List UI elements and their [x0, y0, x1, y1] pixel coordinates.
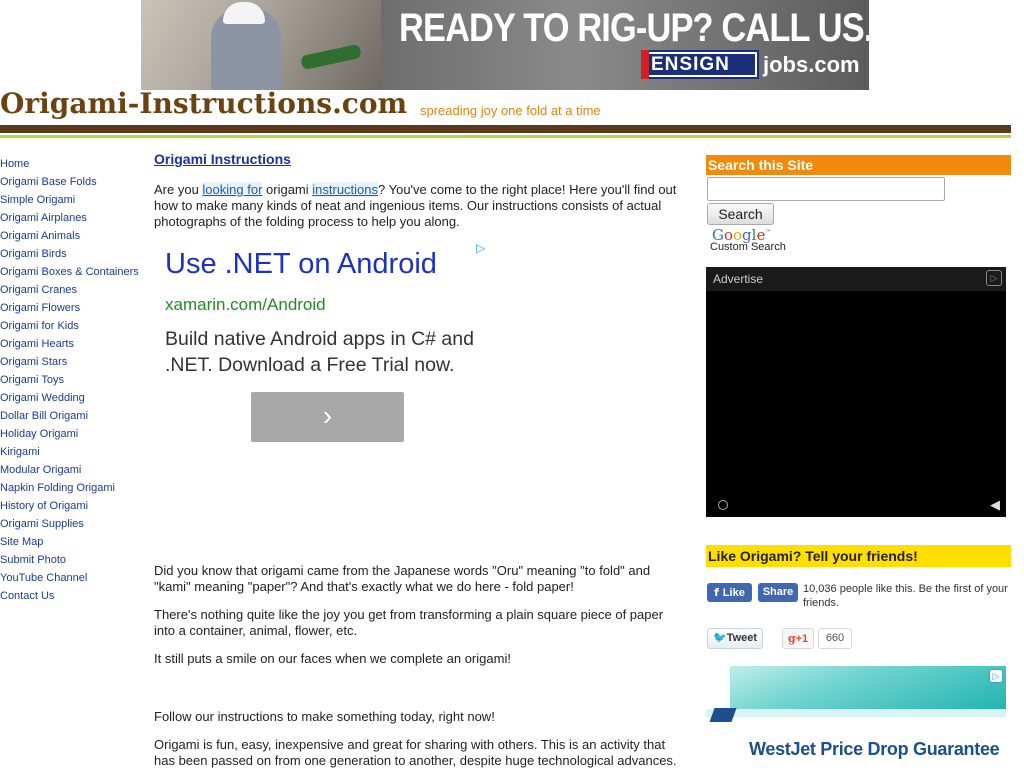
body-paragraph: There's nothing quite like the joy you g…	[154, 607, 664, 638]
progress-indicator-icon	[718, 500, 728, 510]
westjet-ad[interactable]: ▷ WestJet Price Drop Guarantee	[706, 666, 1006, 768]
westjet-ad-text: WestJet Price Drop Guarantee	[749, 739, 1000, 759]
google-plus-icon: g	[787, 632, 796, 645]
adchoices-icon[interactable]: ▷	[476, 241, 488, 255]
nav-link[interactable]: Home	[0, 155, 145, 173]
content-ad[interactable]: ▷ Use .NET on Android xamarin.com/Androi…	[154, 238, 494, 453]
intro-paragraph: Are you looking for origami instructions…	[154, 182, 684, 230]
body-paragraph: It still puts a smile on our faces when …	[154, 651, 511, 666]
banner-jobs-text: jobs.com	[763, 52, 860, 77]
ad-headline[interactable]: Use .NET on Android	[165, 248, 437, 281]
nav-link[interactable]: Origami Toys	[0, 371, 145, 389]
main-content: Origami Instructions Are you looking for…	[154, 150, 684, 242]
body-paragraph: Origami is fun, easy, inexpensive and gr…	[154, 737, 677, 768]
nav-link[interactable]: Contact Us	[0, 587, 145, 605]
ensign-logo-accent	[641, 50, 649, 79]
nav-link[interactable]: Modular Origami	[0, 461, 145, 479]
twitter-bird-icon: 🐦	[712, 632, 727, 644]
inline-link-looking-for[interactable]: looking for	[202, 182, 263, 197]
search-heading: Search this Site	[706, 155, 1011, 175]
facebook-f-icon: f	[714, 586, 723, 599]
adchoices-icon[interactable]: ▷	[989, 669, 1003, 683]
top-banner-ad[interactable]: READY TO RIG-UP? CALL US. ENSIGN jobs.co…	[141, 0, 869, 90]
adchoices-icon[interactable]: ▷	[986, 270, 1002, 286]
inline-link-instructions[interactable]: instructions	[312, 182, 379, 197]
video-ad[interactable]: Advertise ▷ ◀	[706, 267, 1006, 517]
search-button[interactable]: Search	[707, 203, 774, 225]
social-heading: Like Origami? Tell your friends!	[706, 545, 1011, 567]
video-ad-label: Advertise	[706, 267, 1006, 291]
ad-url[interactable]: xamarin.com/Android	[165, 295, 326, 315]
tweet-label: Tweet	[726, 632, 758, 644]
body-paragraph: Did you know that origami came from the …	[154, 563, 651, 594]
left-navigation: Home Origami Base Folds Simple Origami O…	[0, 155, 145, 605]
nav-link[interactable]: YouTube Channel	[0, 569, 145, 587]
custom-search-label: Custom Search	[710, 241, 786, 253]
nav-link[interactable]: Submit Photo	[0, 551, 145, 569]
nav-link[interactable]: Origami Cranes	[0, 281, 145, 299]
ad-next-button[interactable]: ›	[251, 392, 404, 442]
site-tagline: spreading joy one fold at a time	[420, 103, 601, 118]
westjet-ad-stripe	[706, 709, 1006, 717]
nav-link[interactable]: Origami Supplies	[0, 515, 145, 533]
nav-link[interactable]: Site Map	[0, 533, 145, 551]
nav-link[interactable]: Origami Base Folds	[0, 173, 145, 191]
ensign-logo-text: ENSIGN	[645, 54, 755, 75]
google-plus-label: +1	[795, 633, 809, 645]
nav-link[interactable]: Origami Hearts	[0, 335, 145, 353]
nav-link[interactable]: Dollar Bill Origami	[0, 407, 145, 425]
google-plus-button[interactable]: g+1	[782, 628, 814, 649]
site-title[interactable]: Origami-Instructions.com	[0, 87, 407, 120]
nav-link[interactable]: Origami Airplanes	[0, 209, 145, 227]
nav-link[interactable]: Napkin Folding Origami	[0, 479, 145, 497]
nav-link[interactable]: Origami Birds	[0, 245, 145, 263]
nav-link[interactable]: Origami Wedding	[0, 389, 145, 407]
nav-link[interactable]: Origami Flowers	[0, 299, 145, 317]
nav-link[interactable]: Simple Origami	[0, 191, 145, 209]
facebook-like-button[interactable]: f Like	[707, 583, 752, 602]
facebook-share-button[interactable]: Share	[758, 583, 798, 602]
ensign-logo: ENSIGN	[641, 50, 759, 79]
mute-speaker-icon[interactable]: ◀	[990, 497, 1000, 513]
banner-headline: READY TO RIG-UP? CALL US.	[399, 6, 869, 50]
nav-link[interactable]: Origami Boxes & Containers	[0, 263, 145, 281]
intro-text: Are you	[154, 182, 203, 197]
intro-text: origami	[262, 182, 313, 197]
nav-link[interactable]: Origami for Kids	[0, 317, 145, 335]
main-content-continued: Did you know that origami came from the …	[154, 563, 684, 781]
search-input[interactable]	[707, 177, 945, 201]
nav-link[interactable]: History of Origami	[0, 497, 145, 515]
nav-link[interactable]: Kirigami	[0, 443, 145, 461]
header-divider	[0, 125, 1011, 133]
facebook-like-label: Like	[722, 587, 745, 599]
nav-link[interactable]: Origami Stars	[0, 353, 145, 371]
facebook-like-count-text: 10,036 people like this. Be the first of…	[803, 583, 1008, 609]
ad-description: Build native Android apps in C# and .NET…	[165, 328, 474, 376]
nav-link[interactable]: Holiday Origami	[0, 425, 145, 443]
tweet-button[interactable]: 🐦Tweet	[707, 628, 763, 649]
site-search-box: Search this Site Search Google™ Custom S…	[706, 155, 1011, 265]
nav-link[interactable]: Origami Animals	[0, 227, 145, 245]
page-title-link[interactable]: Origami Instructions	[154, 151, 291, 167]
header-accent-line	[0, 135, 1011, 138]
google-plus-count: 660	[818, 628, 852, 649]
westjet-logo	[709, 708, 737, 722]
body-paragraph: Follow our instructions to make somethin…	[154, 709, 495, 724]
westjet-ad-banner-image	[730, 666, 1006, 709]
